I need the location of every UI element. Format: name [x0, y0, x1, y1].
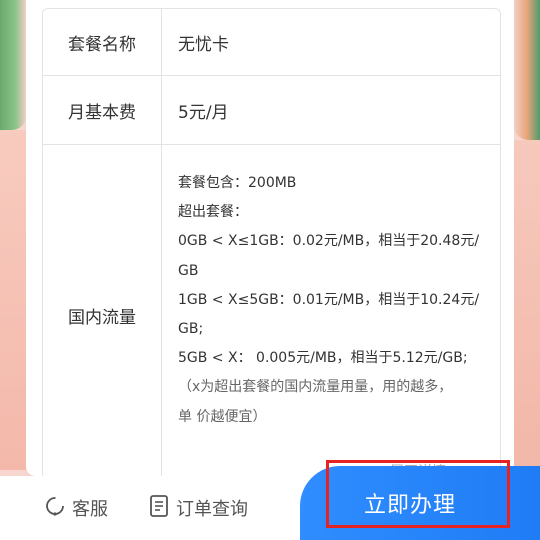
domestic-data-label: 国内流量	[43, 145, 162, 479]
plan-table: 套餐名称 无忧卡 月基本费 5元/月 国内流量 套餐包含：200MB 超出套餐：…	[42, 8, 501, 479]
data-line: 0GB < X≤1GB：0.02元/MB，相当于20.48元/	[178, 233, 480, 250]
data-line: 超出套餐：	[178, 204, 248, 221]
data-line: GB;	[178, 321, 204, 338]
data-pricing-text: 套餐包含：200MB 超出套餐： 0GB < X≤1GB：0.02元/MB，相当…	[178, 145, 488, 432]
customer-service-button[interactable]: 客服	[44, 496, 108, 520]
background-illustration-right-top	[514, 0, 540, 140]
background-illustration-left	[0, 130, 26, 470]
highlight-box	[326, 460, 510, 528]
table-row-plan-name: 套餐名称 无忧卡	[43, 9, 500, 76]
monthly-fee-value: 5元/月	[178, 102, 229, 123]
customer-service-label: 客服	[72, 499, 108, 520]
order-query-label: 订单查询	[176, 499, 248, 520]
domestic-data-value: 套餐包含：200MB 超出套餐： 0GB < X≤1GB：0.02元/MB，相当…	[162, 145, 500, 479]
table-row-monthly-fee: 月基本费 5元/月	[43, 76, 500, 145]
data-line: GB	[178, 262, 199, 279]
background-illustration-right	[514, 140, 540, 470]
order-query-button[interactable]: 订单查询	[150, 494, 248, 522]
plan-name-value: 无忧卡	[178, 34, 229, 55]
data-note-line: 单 价越便宜）	[178, 408, 267, 425]
document-icon	[150, 494, 168, 522]
background-illustration-left-top	[0, 0, 26, 130]
data-line: 套餐包含：200MB	[178, 175, 297, 191]
table-row-domestic-data: 国内流量 套餐包含：200MB 超出套餐： 0GB < X≤1GB：0.02元/…	[43, 145, 500, 479]
data-note-line: （x为超出套餐的国内流量用量，用的越多，	[178, 379, 453, 396]
plan-details-card: 套餐名称 无忧卡 月基本费 5元/月 国内流量 套餐包含：200MB 超出套餐：…	[26, 0, 514, 479]
data-line: 5GB < X： 0.005元/MB，相当于5.12元/GB;	[178, 350, 468, 367]
headset-icon	[44, 495, 66, 522]
plan-name-label: 套餐名称	[43, 9, 162, 75]
data-line: 1GB < X≤5GB：0.01元/MB，相当于10.24元/	[178, 291, 480, 308]
monthly-fee-label: 月基本费	[43, 76, 162, 144]
